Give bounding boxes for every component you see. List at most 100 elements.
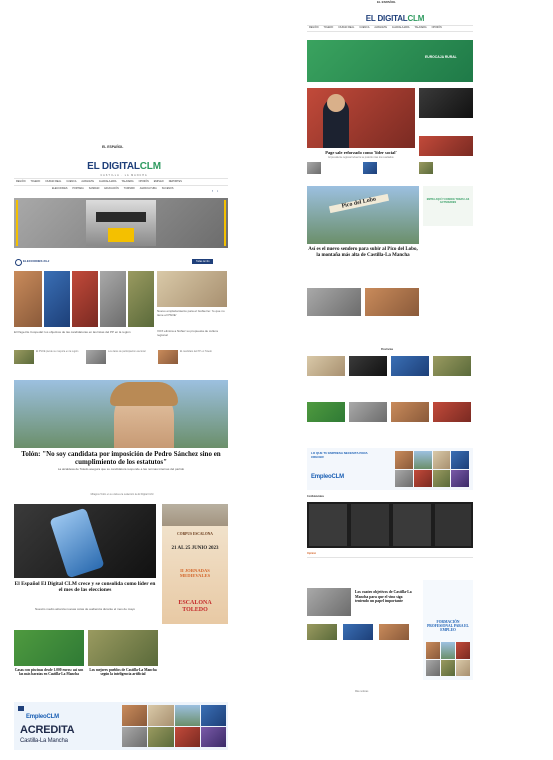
grid-thumb-8[interactable] xyxy=(433,402,471,422)
nav-item-2[interactable]: Ciudad Real xyxy=(45,180,61,183)
subnav-item-3[interactable]: Educación xyxy=(104,187,118,190)
facebook-icon[interactable]: f xyxy=(212,189,213,193)
lower-thumb-1[interactable] xyxy=(307,624,337,640)
banner-ad[interactable] xyxy=(14,198,228,248)
nav-item-right-7[interactable]: Opinión xyxy=(432,26,442,29)
subnav-item-0[interactable]: Elecciones xyxy=(52,187,67,190)
empleo-banner-brand: EmpleoCLM xyxy=(311,474,344,480)
opinion-label[interactable]: Opinión xyxy=(307,552,316,555)
lower-story-image[interactable] xyxy=(307,588,351,616)
lower-headline[interactable]: Los cuatro objetivos de Castilla-La Manc… xyxy=(355,590,417,604)
subnav-item-6[interactable]: Sucesos xyxy=(162,187,174,190)
story-caption-2[interactable]: Nuevo emplazamiento para el Gobierno: 'l… xyxy=(157,309,227,317)
main-story-image[interactable] xyxy=(14,380,228,448)
story-image-3[interactable] xyxy=(72,271,98,327)
lead-deck: El presidente regional refuerza su posic… xyxy=(328,156,394,159)
lead-headline[interactable]: Page sale reforzado como 'líder social' xyxy=(307,150,415,155)
nav-item-right-3[interactable]: Cuenca xyxy=(359,26,369,29)
row-thumb-1[interactable] xyxy=(307,162,321,174)
site-logo[interactable]: EL DIGITALCLM CASTILLA · LA MANCHA xyxy=(84,156,164,177)
bottom-story-image-1[interactable] xyxy=(14,630,84,666)
feature-headline[interactable]: El Español El Digital CLM crece y se con… xyxy=(14,581,156,594)
small-story-image-2[interactable] xyxy=(86,350,106,364)
formacion-ad-title: FORMACIÓN PROFESIONAL PARA EL EMPLEO xyxy=(427,620,469,633)
section-label[interactable]: ELECCIONES 23-J xyxy=(23,259,49,264)
confidenciales-label[interactable]: Confidenciales xyxy=(307,495,324,498)
twitter-icon[interactable]: t xyxy=(217,189,218,193)
nav-item-6[interactable]: Talavera xyxy=(121,180,133,183)
side-story-image-1[interactable] xyxy=(419,88,473,118)
subnav-item-1[interactable]: Portada xyxy=(72,187,83,190)
subnav-item-5[interactable]: Agricultura xyxy=(140,187,157,190)
confidenciales-strip[interactable] xyxy=(307,502,473,548)
small-story-2[interactable]: Los datos de participación electoral xyxy=(108,350,152,353)
feature-image[interactable] xyxy=(14,504,156,578)
story-image-5[interactable] xyxy=(128,271,154,327)
logo-clm: CLM xyxy=(139,161,161,172)
grid-thumb-2[interactable] xyxy=(349,356,387,376)
bottom-story-image-2[interactable] xyxy=(88,630,158,666)
small-story-3[interactable]: El candidato del PP en Toledo xyxy=(180,350,226,353)
nav-item-right-4[interactable]: Albacete xyxy=(374,26,387,29)
empleo-banner[interactable]: LO QUE TU EMPRESA NECESITA PARA CRECER E… xyxy=(307,448,473,490)
eurocaja-ad[interactable]: EUROCAJA RURAL xyxy=(307,40,473,82)
empleo-footer-ad[interactable]: EmpleoCLM ACREDITA Castilla-La Mancha xyxy=(14,702,228,750)
nav-item-right-5[interactable]: Guadalajara xyxy=(392,26,410,29)
logo-clm-right: CLM xyxy=(407,14,425,23)
story-caption-1[interactable]: El Page-De Cospedal: los objetivos de la… xyxy=(14,330,154,335)
brand-top-right[interactable]: EL ESPAÑOL xyxy=(377,0,396,5)
nav-item-5[interactable]: Guadalajara xyxy=(99,180,117,183)
story-image-r2[interactable] xyxy=(365,288,419,316)
story-image-1[interactable] xyxy=(14,271,42,327)
corpus-ad[interactable]: CORPUS ESCALONA 21 AL 25 JUNIO 2023 II J… xyxy=(162,504,228,624)
nav-item-8[interactable]: Empleo xyxy=(154,180,164,183)
lead-story-image[interactable] xyxy=(307,88,415,148)
subnav-item-2[interactable]: Sanidad xyxy=(89,187,100,190)
small-story-1[interactable]: El PSOE pierde su mayoría en la región xyxy=(36,350,80,353)
small-story-image-1[interactable] xyxy=(14,350,34,364)
story-image-4[interactable] xyxy=(100,271,126,327)
left-page: EL ESPAÑOL EL DIGITALCLM CASTILLA · LA M… xyxy=(12,140,230,760)
story-image-2[interactable] xyxy=(44,271,70,327)
grid-thumb-3[interactable] xyxy=(391,356,429,376)
nav-item-3[interactable]: Cuenca xyxy=(66,180,76,183)
nav-item-1[interactable]: Toledo xyxy=(30,180,40,183)
grid-thumb-6[interactable] xyxy=(349,402,387,422)
nav-item-0[interactable]: Región xyxy=(16,180,25,183)
activities-ad[interactable]: ENTRA AQUÍ Y CONOCE TODAS LAS ACTIVIDADE… xyxy=(423,186,473,226)
ad-corpus: CORPUS ESCALONA xyxy=(177,532,213,536)
main-headline[interactable]: Tolón: "No soy candidata por imposición … xyxy=(14,450,228,466)
site-logo-right[interactable]: EL DIGITALCLM xyxy=(355,8,435,26)
row-thumb-3[interactable] xyxy=(419,162,433,174)
brand-top[interactable]: EL ESPAÑOL xyxy=(102,145,123,150)
section-button[interactable]: Todas la info xyxy=(192,259,214,264)
bottom-story-1[interactable]: Casas con piscinas desde 1.000 euros: as… xyxy=(14,668,84,677)
formacion-ad[interactable]: FORMACIÓN PROFESIONAL PARA EL EMPLEO xyxy=(423,580,473,680)
story-image-r1[interactable] xyxy=(307,288,361,316)
small-story-image-3[interactable] xyxy=(158,350,178,364)
grid-thumb-7[interactable] xyxy=(391,402,429,422)
bottom-story-2[interactable]: Los mejores pueblos de Castilla-La Manch… xyxy=(88,668,158,677)
nav-item-7[interactable]: Opinión xyxy=(139,180,149,183)
nav-item-right-1[interactable]: Toledo xyxy=(323,26,333,29)
nav-item-9[interactable]: Deportes xyxy=(169,180,182,183)
grid-thumb-1[interactable] xyxy=(307,356,345,376)
pico-image[interactable]: Pico del Lobo xyxy=(307,186,419,244)
footer-note[interactable]: Más noticias xyxy=(355,690,368,693)
pico-headline[interactable]: Así es el nuevo sendero para subir al Pi… xyxy=(307,247,419,259)
provincias-label[interactable]: Provincias xyxy=(381,348,393,351)
subnav-item-4[interactable]: Turismo xyxy=(124,187,135,190)
story-image-6[interactable] xyxy=(157,271,227,307)
row-thumb-2[interactable] xyxy=(363,162,377,174)
nav-item-right-0[interactable]: Región xyxy=(309,26,318,29)
lower-thumb-2[interactable] xyxy=(343,624,373,640)
nav-item-right-6[interactable]: Talavera xyxy=(414,26,426,29)
nav-item-right-2[interactable]: Ciudad Real xyxy=(338,26,354,29)
side-story-image-2[interactable] xyxy=(419,136,473,156)
grid-thumb-5[interactable] xyxy=(307,402,345,422)
story-caption-3[interactable]: VOX elimina a Núñez su propuesta de cult… xyxy=(157,329,227,337)
empleo-brand: EmpleoCLM xyxy=(26,714,59,720)
lower-thumb-3[interactable] xyxy=(379,624,409,640)
grid-thumb-4[interactable] xyxy=(433,356,471,376)
nav-item-4[interactable]: Albacete xyxy=(81,180,94,183)
